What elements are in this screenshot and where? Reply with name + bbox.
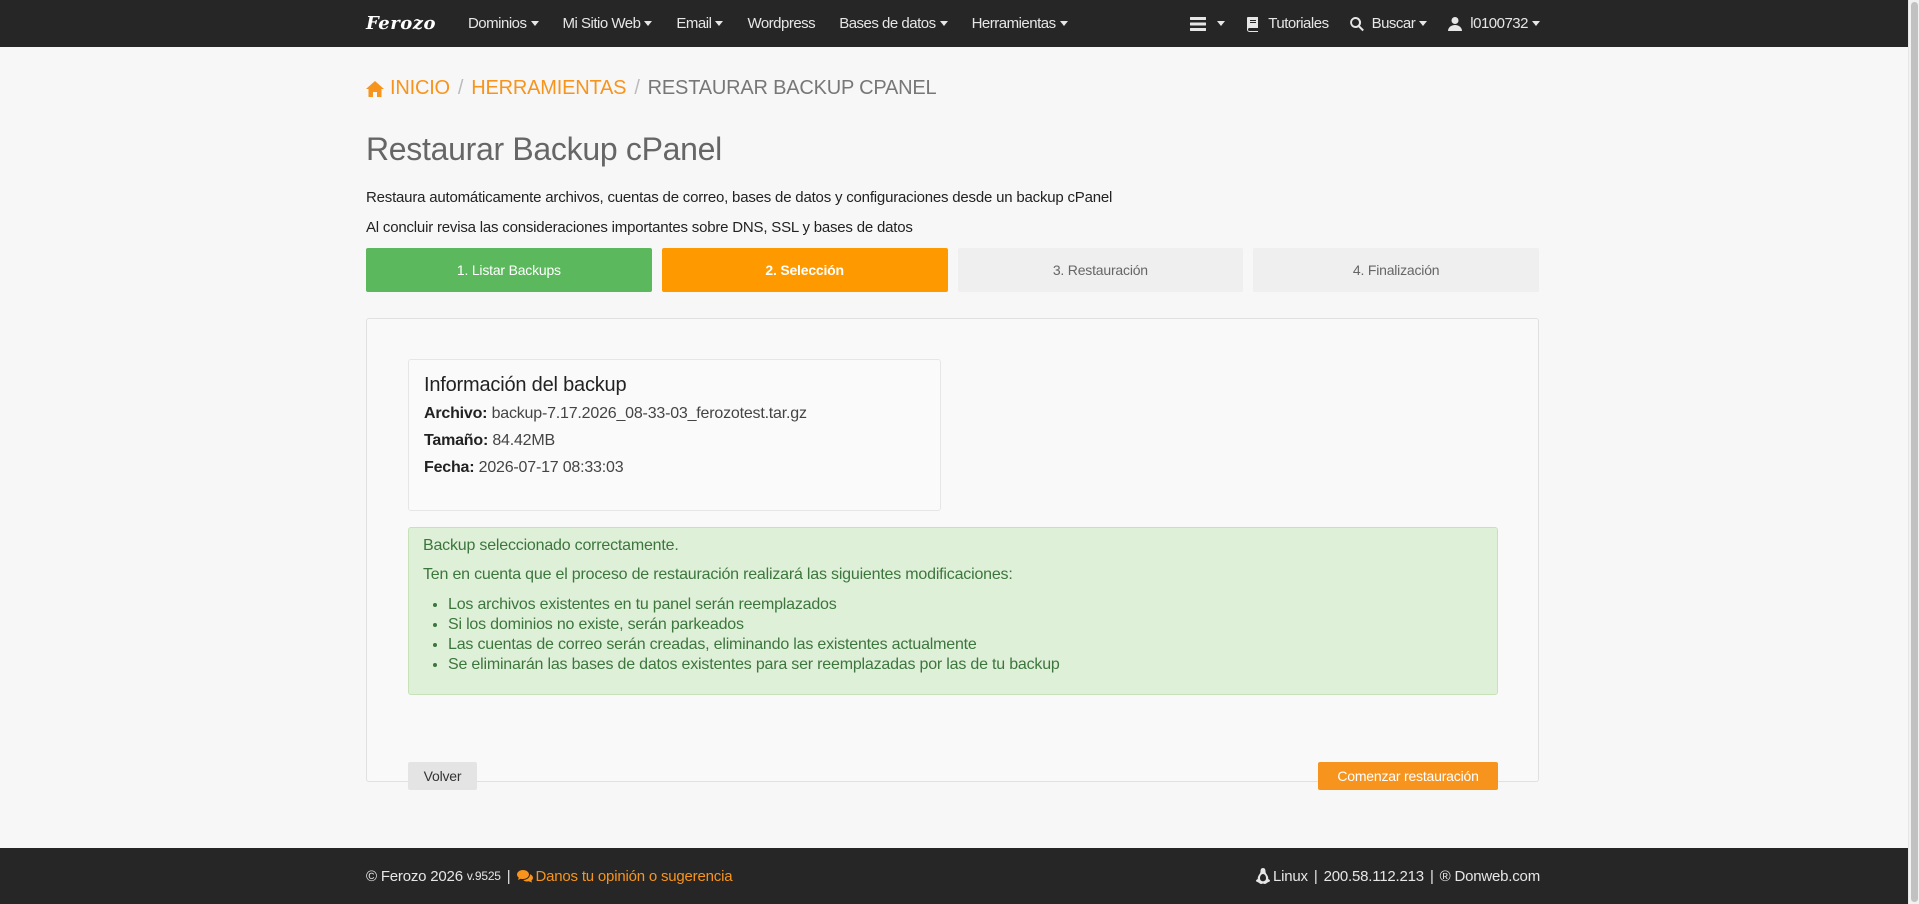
list-item: Si los dominios no existe, serán parkead…	[448, 615, 1483, 635]
nav-wordpress[interactable]: Wordpress	[747, 15, 815, 32]
nav-herramientas[interactable]: Herramientas	[972, 15, 1068, 32]
nav-mi-sitio-web-label: Mi Sitio Web	[562, 15, 641, 32]
backup-date-value: 2026-07-17 08:33:03	[478, 459, 624, 476]
backup-info-title: Información del backup	[424, 374, 627, 396]
list-item: Los archivos existentes en tu panel será…	[448, 595, 1483, 615]
backup-file-label: Archivo:	[424, 405, 488, 422]
page-description: Restaura automáticamente archivos, cuent…	[366, 189, 1113, 206]
caret-down-icon	[644, 21, 653, 26]
nav-user-menu[interactable]: l0100732	[1447, 15, 1540, 32]
search-icon	[1349, 16, 1364, 31]
list-item: Las cuentas de correo serán creadas, eli…	[448, 635, 1483, 655]
backup-size-row: Tamaño: 84.42MB	[424, 432, 925, 450]
nav-buscar[interactable]: Buscar	[1349, 15, 1428, 32]
user-icon	[1448, 16, 1463, 31]
step-finalizacion: 4. Finalización	[1253, 248, 1539, 292]
list-item: Se eliminarán las bases de datos existen…	[448, 655, 1483, 675]
nav-mi-sitio-web[interactable]: Mi Sitio Web	[563, 15, 653, 32]
nav-tutoriales-label: Tutoriales	[1268, 15, 1329, 32]
footer: © Ferozo 2026 v.9525 | Danos tu opinión …	[0, 848, 1908, 904]
breadcrumb-separator: /	[634, 77, 640, 99]
breadcrumb-home[interactable]: INICIO	[366, 77, 450, 100]
breadcrumb-herramientas[interactable]: HERRAMIENTAS	[471, 77, 626, 100]
success-alert: Backup seleccionado correctamente. Ten e…	[408, 527, 1498, 695]
caret-down-icon	[939, 21, 948, 26]
nav-herramientas-label: Herramientas	[971, 15, 1057, 32]
page-title: Restaurar Backup cPanel	[366, 131, 722, 167]
linux-icon	[1256, 868, 1270, 884]
wizard-steps: 1. Listar Backups 2. Selección 3. Restau…	[366, 248, 1539, 292]
back-button[interactable]: Volver	[408, 762, 477, 790]
selection-panel: Información del backup Archivo: backup-7…	[366, 318, 1539, 790]
comments-icon	[516, 870, 533, 883]
backup-size-label: Tamaño:	[424, 432, 489, 449]
backup-date-row: Fecha: 2026-07-17 08:33:03	[424, 459, 925, 477]
feedback-link-label: Danos tu opinión o sugerencia	[535, 867, 733, 885]
alert-intro: Ten en cuenta que el proceso de restaura…	[423, 566, 1013, 583]
backup-file-row: Archivo: backup-7.17.2026_08-33-03_feroz…	[424, 405, 925, 423]
footer-separator: |	[1313, 867, 1318, 885]
ferozo-logo[interactable]: Ferozo	[366, 13, 436, 34]
caret-down-icon	[1059, 21, 1068, 26]
breadcrumb: INICIO / HERRAMIENTAS / RESTAURAR BACKUP…	[366, 77, 937, 100]
footer-os: Linux	[1273, 867, 1308, 885]
caret-down-icon	[715, 21, 724, 26]
backup-date-label: Fecha:	[424, 459, 475, 476]
backup-size-value: 84.42MB	[492, 432, 555, 449]
feedback-link[interactable]: Danos tu opinión o sugerencia	[516, 867, 733, 885]
breadcrumb-separator: /	[457, 77, 464, 99]
caret-down-icon	[1419, 21, 1428, 26]
caret-down-icon	[1217, 21, 1226, 26]
breadcrumb-current: RESTAURAR BACKUP CPANEL	[647, 77, 937, 99]
footer-version: v.9525	[466, 869, 501, 883]
top-navbar: Ferozo Dominios Mi Sitio Web Email Wordp…	[0, 0, 1908, 47]
nav-bases-de-datos-label: Bases de datos	[839, 15, 936, 32]
nav-buscar-label: Buscar	[1371, 15, 1416, 32]
page-note: Al concluir revisa las consideraciones i…	[366, 219, 913, 236]
footer-separator: |	[1429, 867, 1434, 885]
nav-dominios[interactable]: Dominios	[468, 15, 539, 32]
footer-separator: |	[506, 867, 511, 885]
caret-down-icon	[530, 21, 539, 26]
nav-email[interactable]: Email	[676, 15, 724, 32]
backup-file-value: backup-7.17.2026_08-33-03_ferozotest.tar…	[491, 405, 807, 422]
nav-user-label: l0100732	[1470, 15, 1528, 32]
footer-ip: 200.58.112.213	[1323, 867, 1425, 885]
start-restore-button[interactable]: Comenzar restauración	[1318, 762, 1498, 790]
scrollbar-thumb[interactable]	[1911, 2, 1918, 902]
nav-dominios-label: Dominios	[467, 15, 527, 32]
modifications-list: Los archivos existentes en tu panel será…	[423, 595, 1483, 675]
footer-brand[interactable]: ® Donweb.com	[1440, 868, 1541, 885]
footer-copyright: © Ferozo 2026	[366, 867, 463, 885]
step-seleccion: 2. Selección	[661, 248, 948, 292]
backup-info-box: Información del backup Archivo: backup-7…	[408, 359, 941, 511]
home-icon	[366, 80, 384, 97]
nav-bases-de-datos[interactable]: Bases de datos	[839, 15, 948, 32]
step-listar-backups[interactable]: 1. Listar Backups	[366, 248, 652, 292]
caret-down-icon	[1532, 21, 1540, 26]
server-list-menu[interactable]	[1189, 16, 1226, 32]
step-restauracion: 3. Restauración	[957, 248, 1244, 292]
page-scrollbar[interactable]	[1908, 0, 1919, 904]
nav-tutoriales[interactable]: Tutoriales	[1245, 15, 1329, 32]
alert-title: Backup seleccionado correctamente.	[423, 537, 679, 554]
breadcrumb-home-label: INICIO	[390, 77, 450, 99]
nav-wordpress-label: Wordpress	[747, 15, 816, 32]
book-icon	[1247, 16, 1259, 32]
nav-email-label: Email	[676, 15, 712, 32]
server-list-icon	[1190, 16, 1207, 31]
